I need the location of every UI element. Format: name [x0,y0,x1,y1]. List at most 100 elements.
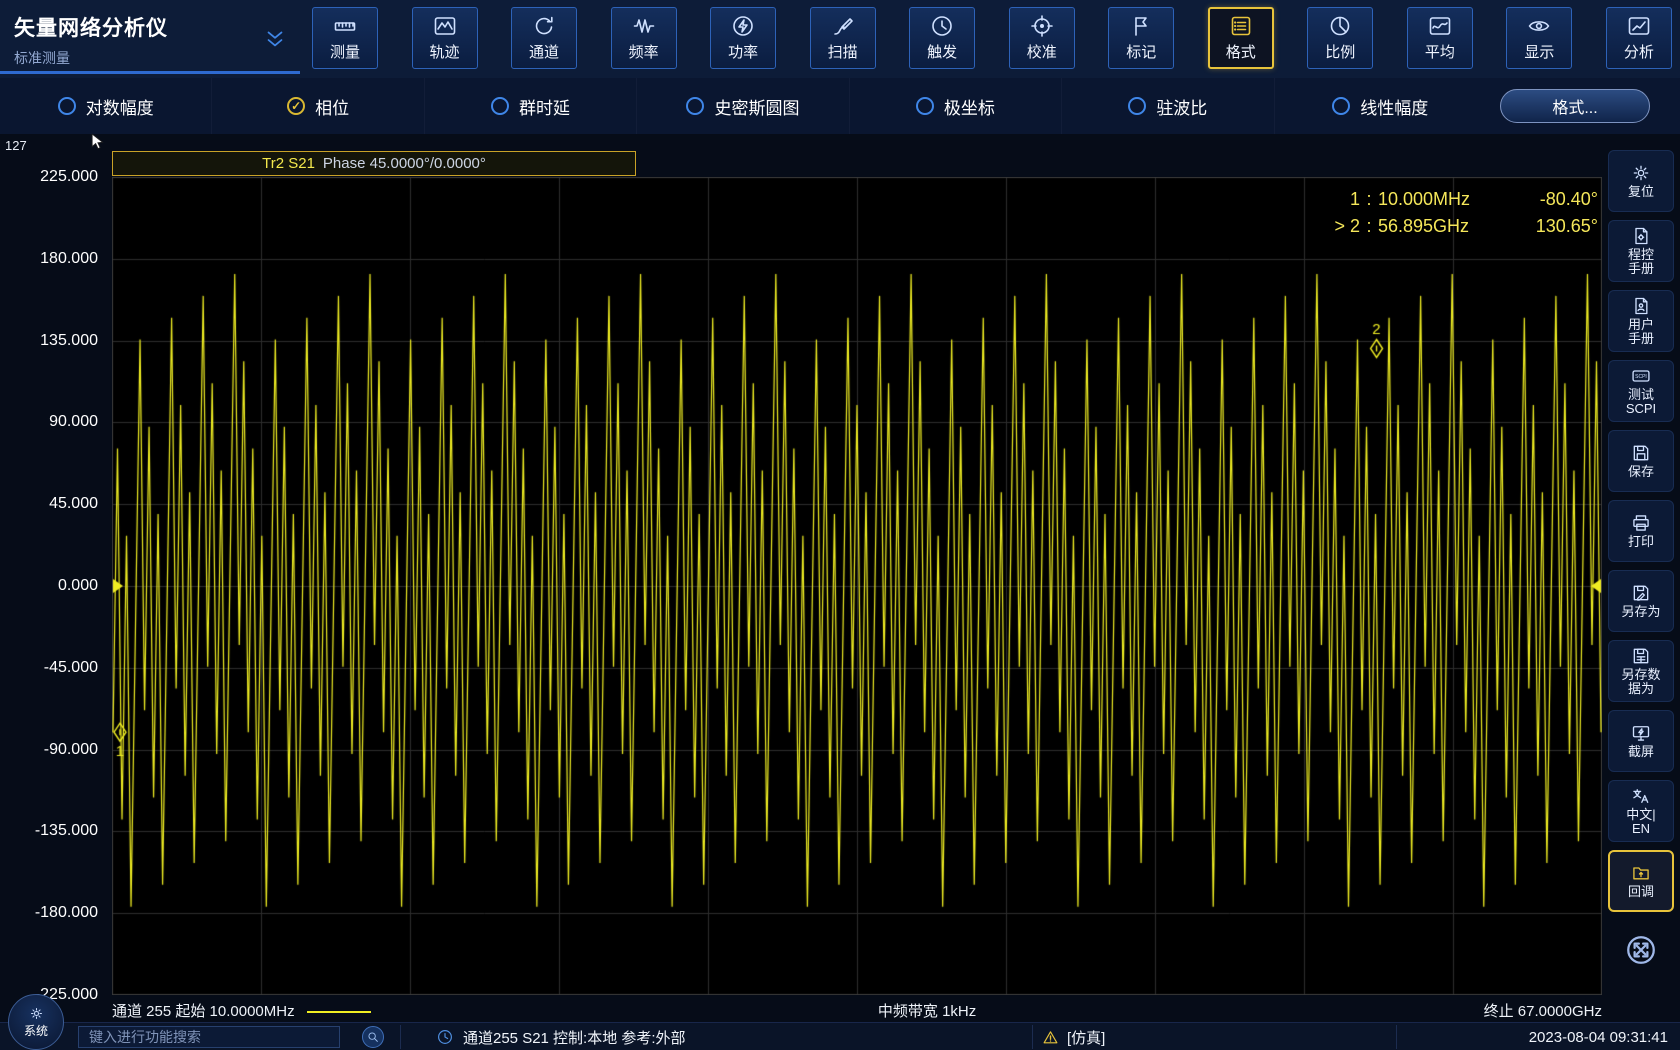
screenshot-icon [1631,723,1651,743]
sidebar-button[interactable]: 保存 [1608,430,1674,492]
programming-manual-icon [1631,226,1651,246]
y-axis-tick: 90.000 [49,413,98,431]
svg-text:SCPI: SCPI [1635,374,1647,380]
sidebar-button[interactable]: 打印 [1608,500,1674,562]
y-axis-tick: -45.000 [44,659,98,677]
scale-icon [1328,14,1352,38]
format-option[interactable]: ✓ 线性幅度 [1274,78,1486,134]
right-sidebar: 复位 程控 手册 用户 手册 SCPI 测试 SCPI 保存 打印 另存为 另存… [1608,150,1674,982]
channel-status-segment: 通道255 S21 控制:本地 参考:外部 [436,1023,686,1050]
user-manual-icon [1631,296,1651,316]
format-option[interactable]: ✓ 极坐标 [849,78,1061,134]
toolbar-button[interactable]: 测量 [312,7,378,69]
radio-icon: ✓ [491,97,509,115]
radio-icon: ✓ [686,97,704,115]
toolbar-button[interactable]: 扫描 [810,7,876,69]
format-icon [1229,14,1253,38]
toolbar-button[interactable]: 频率 [611,7,677,69]
toolbar-button[interactable]: 通道 [511,7,577,69]
sweep-icon [831,14,855,38]
statusbar-separator [1032,1025,1033,1049]
calibration-icon [1030,14,1054,38]
power-icon [731,14,755,38]
radio-icon: ✓ [916,97,934,115]
toolbar-button[interactable]: 平均 [1407,7,1473,69]
channel-icon [532,14,556,38]
sidebar-button[interactable]: 另存数 据为 [1608,640,1674,702]
analysis-icon [1627,14,1651,38]
sidebar-button[interactable]: 另存为 [1608,570,1674,632]
toolbar-button[interactable]: 功率 [710,7,776,69]
remote-status-icon [436,1028,454,1046]
app-title-block[interactable]: 矢量网络分析仪 标准测量 [0,0,300,74]
y-axis-tick: 225.000 [40,168,98,186]
y-axis-tick: -90.000 [44,741,98,759]
window-number: 127 [5,138,27,153]
warning-icon [1042,1029,1059,1046]
format-option[interactable]: ✓ 史密斯圆图 [636,78,848,134]
trace-legend-line [307,1011,371,1013]
simulation-segment: [仿真] [1042,1023,1105,1050]
trace-title-bar[interactable]: Tr2 S21 Phase 45.0000°/0.0000° [112,151,636,176]
frequency-icon [632,14,656,38]
sidebar-button[interactable]: SCPI 测试 SCPI [1608,360,1674,422]
format-options: ✓ 对数幅度 ✓ 相位 ✓ 群时延 ✓ 史密斯圆图 ✓ 极坐标 ✓ 驻波比 ✓ … [0,78,1486,134]
search-input[interactable] [78,1026,340,1048]
search-icon [366,1030,380,1044]
sidebar-button[interactable]: 用户 手册 [1608,290,1674,352]
format-option[interactable]: ✓ 群时延 [424,78,636,134]
save-data-icon [1631,646,1651,666]
format-option[interactable]: ✓ 相位 [211,78,423,134]
toolbar-button[interactable]: 触发 [909,7,975,69]
toolbar-button[interactable]: 比例 [1307,7,1373,69]
save-as-icon [1631,583,1651,603]
check-icon: ✓ [291,100,301,112]
y-axis-tick: 180.000 [40,250,98,268]
sidebar-button[interactable]: 中文| EN [1608,780,1674,842]
toolbar: 测量 轨迹 通道 频率 功率 扫描 触发 校准 标记 格式 比例 [312,7,1672,71]
toolbar-button[interactable]: 分析 [1606,7,1672,69]
system-button[interactable]: 系统 [8,994,64,1050]
radio-icon: ✓ [58,97,76,115]
chevron-double-down-icon[interactable] [262,27,288,53]
radio-icon: ✓ [1128,97,1146,115]
phase-trace-chart[interactable] [112,177,1602,995]
mouse-cursor-icon [88,132,108,152]
sidebar-button[interactable]: 复位 [1608,150,1674,212]
sweep-stop-label: 终止 67.0000GHz [1484,1000,1602,1021]
format-option[interactable]: ✓ 对数幅度 [0,78,211,134]
print-icon [1631,513,1651,533]
toolbar-button[interactable]: 格式 [1208,7,1274,69]
toolbar-button[interactable]: 显示 [1506,7,1572,69]
scpi-icon: SCPI [1631,366,1651,386]
statusbar-separator [1396,1025,1397,1049]
toolbar-button[interactable]: 标记 [1108,7,1174,69]
marker-readout-row: > 2 : 56.895GHz 130.65° [1242,213,1598,240]
trace-format-scale: Phase 45.0000°/0.0000° [323,155,486,172]
search-button[interactable] [362,1026,384,1048]
reset-icon [1631,163,1651,183]
ruler-icon [333,14,357,38]
display-icon [1527,14,1551,38]
average-icon [1428,14,1452,38]
datetime-label: 2023-08-04 09:31:41 [1529,1023,1668,1050]
toolbar-button[interactable]: 轨迹 [412,7,478,69]
app-title: 矢量网络分析仪 [14,12,168,42]
y-axis-tick: 135.000 [40,332,98,350]
toolbar-button[interactable]: 校准 [1009,7,1075,69]
y-axis-tick: -135.000 [35,822,98,840]
vna-screen: 矢量网络分析仪 标准测量 测量 轨迹 通道 频率 功率 扫描 触发 校准 [0,0,1680,1050]
app-subtitle: 标准测量 [14,48,168,68]
radio-icon: ✓ [287,97,305,115]
sidebar-button[interactable] [1608,920,1674,982]
save-icon [1631,443,1651,463]
format-option[interactable]: ✓ 驻波比 [1061,78,1273,134]
sidebar-button[interactable]: 截屏 [1608,710,1674,772]
trace-icon [433,14,457,38]
gear-icon [29,1006,44,1021]
sidebar-button[interactable]: 程控 手册 [1608,220,1674,282]
y-axis-tick: -180.000 [35,904,98,922]
format-more-button[interactable]: 格式... [1500,89,1650,123]
if-bandwidth-label: 中频带宽 1kHz [878,1000,976,1021]
sidebar-button[interactable]: 回调 [1608,850,1674,912]
